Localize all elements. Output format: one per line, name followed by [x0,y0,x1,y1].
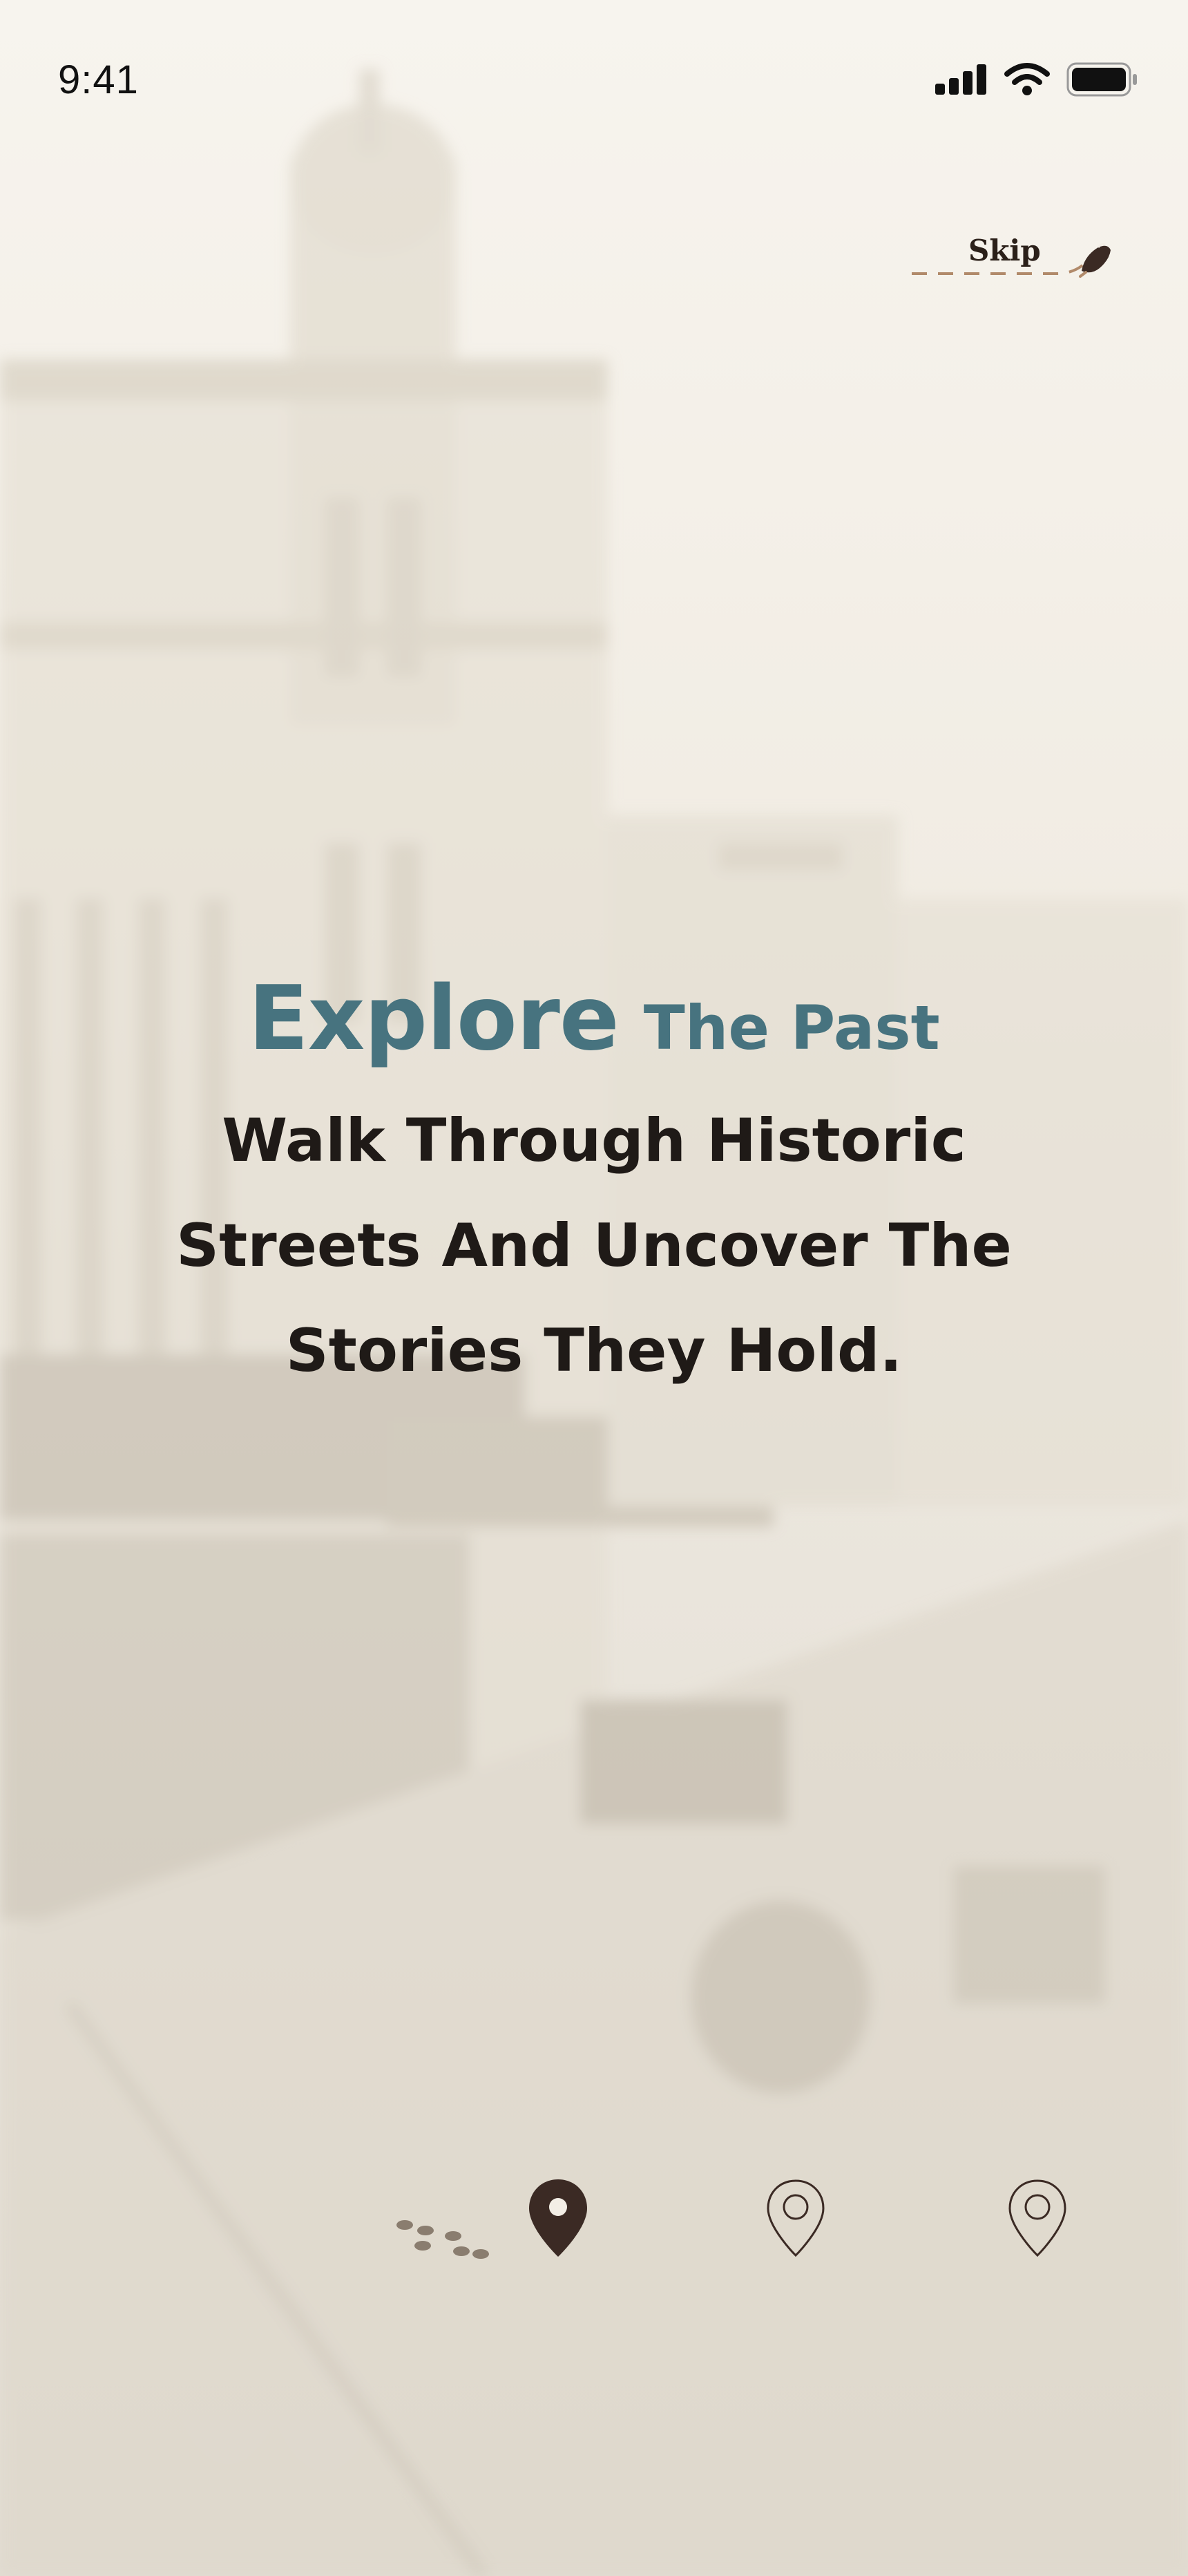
skip-label: Skip [968,234,1041,267]
hero-subtitle-line: Stories They Hold. [285,1316,903,1385]
status-icons [935,62,1138,97]
onboarding-progress [0,2177,1188,2266]
hero-text: Explore The Past Walk Through Historic S… [0,967,1188,1403]
onboarding-screen: 9:41 Skip Explore The Past Walk Through … [0,0,1188,2576]
status-time: 9:41 [58,57,139,102]
location-pin-outline-icon[interactable] [1004,2177,1071,2260]
location-pin-outline-icon[interactable] [763,2177,829,2260]
status-bar: 9:41 [0,0,1188,166]
hero-title-emphasis: Explore [248,967,619,1070]
footsteps-icon [396,2220,489,2259]
battery-icon [1066,62,1137,97]
skip-button[interactable]: Skip [905,227,1112,289]
hero-title: Explore The Past [0,967,1188,1070]
signal-icon [935,64,986,95]
wifi-icon [1004,63,1050,95]
hero-subtitle: Walk Through Historic Streets And Uncove… [0,1088,1188,1403]
hero-title-rest: The Past [643,992,940,1063]
hero-subtitle-line: Walk Through Historic [222,1106,966,1175]
pointing-hand-icon [1079,243,1111,278]
hero-subtitle-line: Streets And Uncover The [176,1211,1012,1280]
location-pin-icon[interactable] [525,2177,591,2260]
